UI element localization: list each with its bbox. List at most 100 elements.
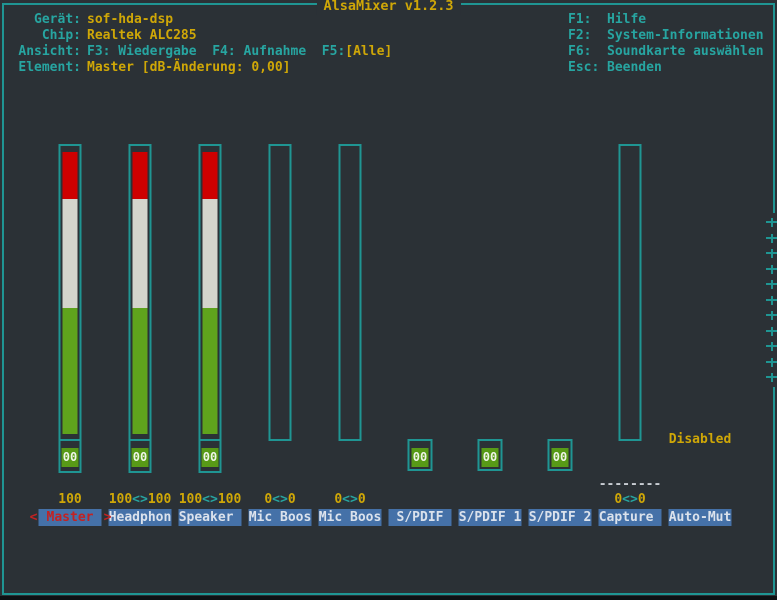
help-item: F2: System-Informationen: [568, 28, 764, 44]
volume-bar-headphon[interactable]: [129, 144, 152, 441]
channel-value: 0: [638, 492, 646, 507]
scroll-right-arrow: [766, 265, 777, 274]
mute-state-badge: 00: [412, 448, 429, 467]
help-item-key: Esc:: [568, 60, 607, 76]
channel-speaker: 00100<>100Speaker: [175, 0, 245, 600]
channel-s-pdif-1: 00 S/PDIF 1: [455, 0, 525, 600]
mute-state-badge: 00: [62, 448, 79, 467]
volume-bar-master[interactable]: [59, 144, 82, 441]
info-value-part: [Alle]: [345, 44, 392, 59]
channel-values: 100: [35, 492, 105, 507]
channel-value: 0: [358, 492, 366, 507]
bar-segment-mid: [63, 199, 78, 308]
channel-value: 0: [288, 492, 296, 507]
scroll-right-arrow: [766, 296, 777, 305]
channel-value: 100: [218, 492, 241, 507]
channel-values: 0<>0: [595, 492, 665, 507]
channel-label-master[interactable]: Master: [39, 509, 102, 526]
channel-label-auto-mut[interactable]: Auto-Mut: [669, 509, 732, 526]
bar-segment-high: [63, 152, 78, 199]
info-row-value: Realtek ALC285: [87, 28, 197, 44]
channel-s-pdif: 00 S/PDIF: [385, 0, 455, 600]
channel-headphon: 00100<>100Headphon: [105, 0, 175, 600]
mute-state-badge: 00: [202, 448, 219, 467]
info-row-value: F3: Wiedergabe F4: Aufnahme F5:[Alle]: [87, 44, 392, 60]
bar-segment-low: [203, 308, 218, 434]
mute-box-headphon[interactable]: 00: [129, 439, 152, 473]
device-info: Gerät: sof-hda-dsp Chip: Realtek ALC285 …: [18, 12, 392, 76]
info-row-value: sof-hda-dsp: [87, 12, 173, 28]
channel-values: 0<>0: [245, 492, 315, 507]
help-item-text: System-Informationen: [607, 28, 764, 44]
value-separator: <>: [202, 492, 218, 507]
mute-box-speaker[interactable]: 00: [199, 439, 222, 473]
info-row: Ansicht: F3: Wiedergabe F4: Aufnahme F5:…: [18, 44, 392, 60]
channel-auto-mut: Disabled Auto-Mut: [665, 0, 735, 600]
mute-box-master[interactable]: 00: [59, 439, 82, 473]
app-title: AlsaMixer v1.2.3: [316, 0, 460, 15]
value-separator: <>: [272, 492, 288, 507]
mute-state-badge: 00: [552, 448, 569, 467]
channel-label-mic-boos[interactable]: Mic Boos: [249, 509, 312, 526]
mute-box-s-pdif-1[interactable]: 00: [478, 439, 503, 471]
channel-label-s-pdif-1[interactable]: S/PDIF 1: [459, 509, 522, 526]
value-separator: <>: [622, 492, 638, 507]
alsamixer-screen[interactable]: AlsaMixer v1.2.3 Gerät: sof-hda-dsp Chip…: [0, 0, 777, 600]
channel-value: 100: [58, 492, 81, 507]
value-separator: <>: [132, 492, 148, 507]
bar-segment-low: [63, 308, 78, 434]
help-menu: F1: Hilfe F2: System-Informationen F6: S…: [568, 12, 764, 76]
info-row: Element: Master [dB-Änderung: 0,00]: [18, 60, 392, 76]
volume-bar-mic-boos[interactable]: [339, 144, 362, 441]
help-item-key: F6:: [568, 44, 607, 60]
scroll-right-arrow: [766, 358, 777, 367]
info-value-part: Master [dB-Änderung: 0,00]: [87, 60, 291, 75]
channel-mic-boos: 0<>0 Mic Boos: [315, 0, 385, 600]
help-item: F1: Hilfe: [568, 12, 764, 28]
info-row-label: Chip:: [18, 28, 81, 44]
selected-right-arrow: >: [103, 509, 112, 526]
help-item-text: Beenden: [607, 60, 662, 76]
bar-segment-high: [133, 152, 148, 199]
channel-label-capture[interactable]: Capture: [599, 509, 662, 526]
channel-label-mic-boos[interactable]: Mic Boos: [319, 509, 382, 526]
volume-bar-fill: [63, 152, 78, 434]
channel-label-s-pdif-2[interactable]: S/PDIF 2: [529, 509, 592, 526]
help-item: F6: Soundkarte auswählen: [568, 44, 764, 60]
enum-value: Disabled: [665, 433, 735, 447]
bar-segment-mid: [203, 199, 218, 308]
info-value-part: sof-hda-dsp: [87, 12, 173, 27]
channel-value: 0: [334, 492, 342, 507]
volume-bar-speaker[interactable]: [199, 144, 222, 441]
volume-bar-mic-boos[interactable]: [269, 144, 292, 441]
channel-value: 0: [614, 492, 622, 507]
help-item-key: F2:: [568, 28, 607, 44]
mute-box-s-pdif[interactable]: 00: [408, 439, 433, 471]
channel-value: 0: [264, 492, 272, 507]
info-row-label: Element:: [18, 60, 81, 76]
mute-state-badge: 00: [132, 448, 149, 467]
scroll-right-arrow: [766, 311, 777, 320]
help-item-text: Hilfe: [607, 12, 646, 28]
info-row-value: Master [dB-Änderung: 0,00]: [87, 60, 291, 76]
channel-label-headphon[interactable]: Headphon: [109, 509, 172, 526]
channel-mic-boos: 0<>0 Mic Boos: [245, 0, 315, 600]
mute-state-badge: 00: [482, 448, 499, 467]
channel-s-pdif-2: 00 S/PDIF 2: [525, 0, 595, 600]
db-gain-dashes: --------: [595, 478, 665, 492]
mute-box-s-pdif-2[interactable]: 00: [548, 439, 573, 471]
volume-bar-capture[interactable]: [619, 144, 642, 441]
info-row-label: Gerät:: [18, 12, 81, 28]
channel-master: 00100 Master <>: [35, 0, 105, 600]
channel-label-s-pdif[interactable]: S/PDIF: [389, 509, 452, 526]
help-item: Esc: Beenden: [568, 60, 764, 76]
scroll-right-arrow: [766, 218, 777, 227]
volume-bar-fill: [133, 152, 148, 434]
bar-segment-mid: [133, 199, 148, 308]
channel-value: 100: [148, 492, 171, 507]
info-value-part: Realtek ALC285: [87, 28, 197, 43]
channel-values: 0<>0: [315, 492, 385, 507]
scroll-right-arrow: [766, 327, 777, 336]
channel-label-speaker[interactable]: Speaker: [179, 509, 242, 526]
scroll-right-arrow: [766, 280, 777, 289]
